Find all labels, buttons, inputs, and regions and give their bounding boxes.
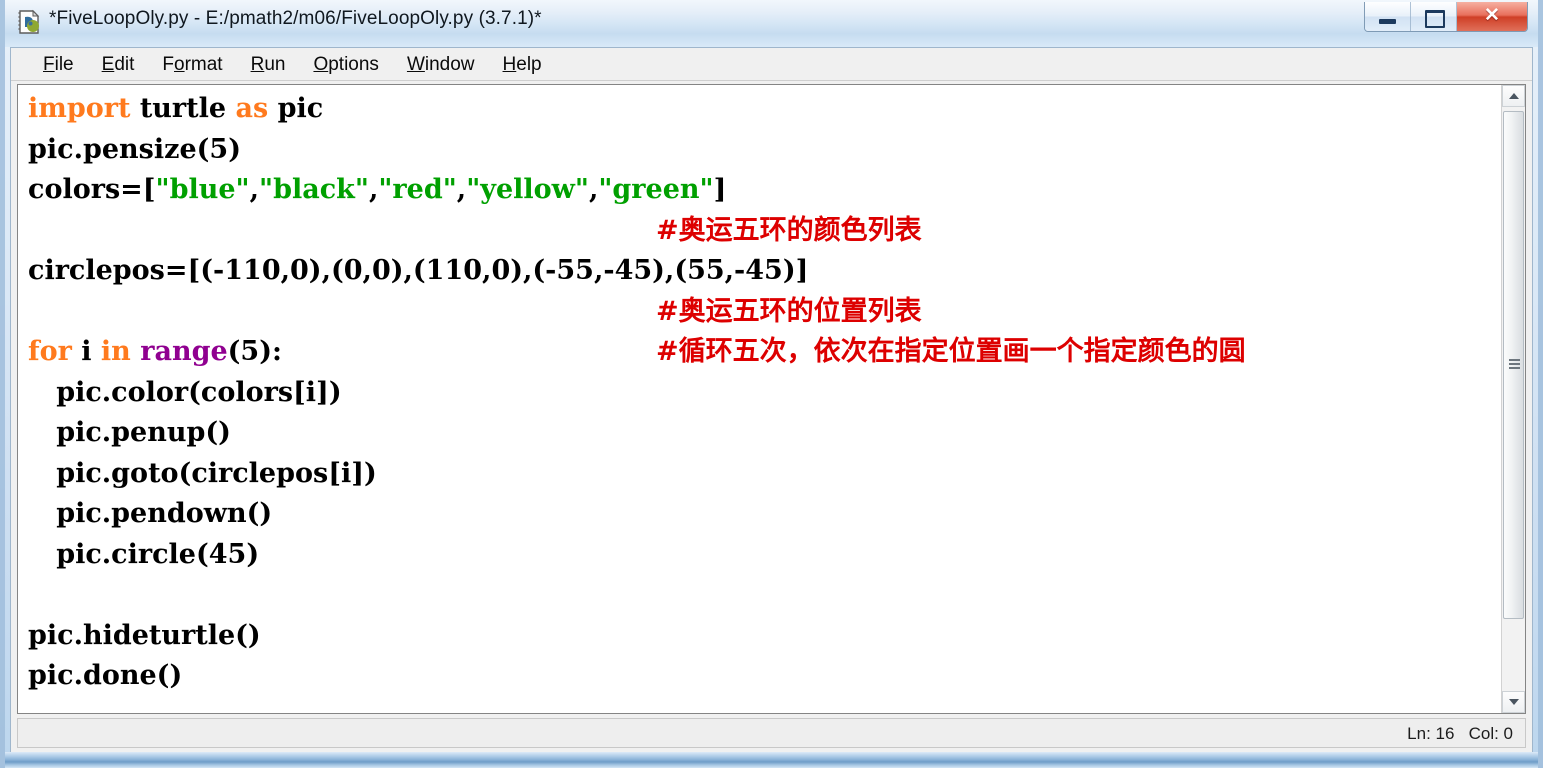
menu-item-run[interactable]: Run <box>237 52 300 78</box>
code-line: pic.done() <box>28 656 1501 697</box>
minimize-button[interactable] <box>1365 2 1411 31</box>
close-button[interactable]: ✕ <box>1457 2 1527 31</box>
code-token-string: "red" <box>378 174 457 205</box>
code-token-plain: pic.hideturtle() <box>28 619 261 651</box>
code-token-string: "yellow" <box>466 174 589 205</box>
code-token-plain: pic.pensize(5) <box>28 133 241 165</box>
code-token-plain: pic.penup() <box>28 417 231 448</box>
code-token-plain: pic.circle(45) <box>28 538 260 570</box>
cursor-position-label: Ln: 16 Col: 0 <box>1407 724 1513 743</box>
code-line: pic.goto(circlepos[i]) <box>28 454 1501 495</box>
code-token-keyword: as <box>235 93 269 124</box>
code-line: pic.color(colors[i]) <box>28 373 1501 414</box>
code-token-plain: pic.pendown() <box>28 498 273 529</box>
title-bar[interactable]: *FiveLoopOly.py - E:/pmath2/m06/FiveLoop… <box>5 0 1538 47</box>
code-line: #奥运五环的位置列表 <box>28 292 1501 333</box>
code-token-plain: pic.goto(circlepos[i]) <box>28 457 377 489</box>
code-token-plain: , <box>456 174 467 205</box>
code-token-plain: , <box>249 174 260 205</box>
code-comment: #奥运五环的颜色列表 <box>656 214 922 246</box>
code-token-builtin: range <box>140 336 228 367</box>
menu-item-edit[interactable]: Edit <box>88 52 149 78</box>
code-token-plain: , <box>368 174 379 205</box>
idle-editor-window: *FiveLoopOly.py - E:/pmath2/m06/FiveLoop… <box>0 0 1543 768</box>
window-bottom-edge <box>5 752 1538 768</box>
code-token-keyword: in <box>100 336 131 367</box>
code-token-plain: (5): <box>227 336 282 367</box>
code-editor[interactable]: import turtle as pic pic.pensize(5) colors… <box>17 84 1526 714</box>
menu-item-format[interactable]: Format <box>148 52 236 78</box>
code-line: pic.penup() <box>28 413 1501 454</box>
menu-item-file[interactable]: File <box>29 52 88 78</box>
code-token-plain: circlepos=[(-110,0),(0,0),(110,0),(-55,-… <box>28 255 809 286</box>
scrollbar-thumb[interactable] <box>1503 111 1524 619</box>
code-token-plain: colors=[ <box>28 174 156 205</box>
code-line: #奥运五环的颜色列表 <box>28 211 1501 252</box>
code-comment: #循环五次，依次在指定位置画一个指定颜色的圆 <box>656 336 1246 367</box>
code-line: for i in range(5): #循环五次，依次在指定位置画一个指定颜色的圆 <box>28 332 1501 373</box>
window-title: *FiveLoopOly.py - E:/pmath2/m06/FiveLoop… <box>49 8 542 29</box>
menu-item-options[interactable]: Options <box>299 52 392 78</box>
code-token-plain: pic.done() <box>28 660 183 691</box>
code-line: pic.pensize(5) <box>28 130 1501 171</box>
code-line: import turtle as pic <box>28 89 1501 130</box>
minimize-icon <box>1379 19 1396 24</box>
code-token-plain: i <box>71 336 101 367</box>
code-line: pic.pendown() <box>28 494 1501 535</box>
code-token-plain: ] <box>713 174 727 205</box>
python-file-icon <box>16 9 42 35</box>
code-token-string: "blue" <box>155 174 250 205</box>
code-line: pic.circle(45) <box>28 535 1501 576</box>
code-comment: #奥运五环的位置列表 <box>656 295 922 327</box>
code-token-plain: pic <box>268 93 324 124</box>
maximize-button[interactable] <box>1411 2 1457 31</box>
status-bar: Ln: 16 Col: 0 <box>17 718 1526 748</box>
chevron-up-icon <box>1509 93 1519 99</box>
code-line: pic.hideturtle() <box>28 616 1501 657</box>
code-token-plain: pic.color(colors[i]) <box>28 376 342 408</box>
code-token-plain: turtle <box>130 93 236 124</box>
scroll-down-button[interactable] <box>1502 691 1525 713</box>
window-controls: ✕ <box>1364 2 1528 32</box>
code-token-plain: , <box>588 174 599 205</box>
code-token-keyword: import <box>28 93 131 124</box>
code-text-area[interactable]: import turtle as pic pic.pensize(5) colors… <box>18 85 1501 713</box>
menu-item-window[interactable]: Window <box>393 52 489 78</box>
client-area: File Edit Format Run Options Window Help impor… <box>10 47 1533 752</box>
code-token-string: "green" <box>598 174 714 205</box>
code-token-keyword: for <box>28 336 72 367</box>
maximize-icon <box>1425 10 1445 28</box>
code-token-string: "black" <box>259 174 369 205</box>
code-line: colors=["blue","black","red","yellow","g… <box>28 170 1501 211</box>
close-icon: ✕ <box>1484 5 1500 26</box>
menu-item-help[interactable]: Help <box>489 52 556 78</box>
scroll-up-button[interactable] <box>1502 85 1525 107</box>
grip-icon <box>1509 359 1520 371</box>
menu-items: File Edit Format Run Options Window Help <box>29 52 556 78</box>
chevron-down-icon <box>1509 699 1519 705</box>
vertical-scrollbar[interactable] <box>1501 85 1525 713</box>
menu-bar: File Edit Format Run Options Window Help <box>11 48 1532 81</box>
code-line: circlepos=[(-110,0),(0,0),(110,0),(-55,-… <box>28 251 1501 292</box>
